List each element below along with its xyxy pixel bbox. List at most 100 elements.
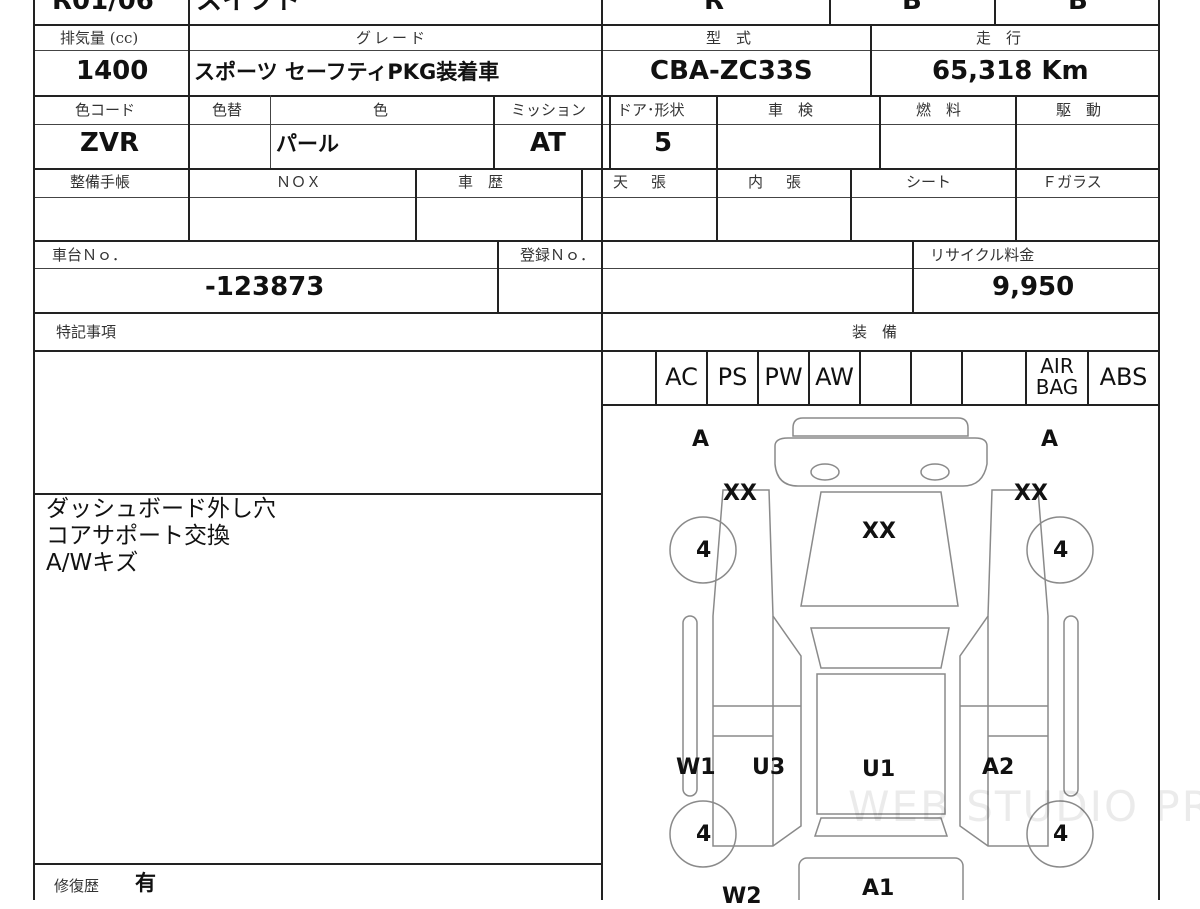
car-name: スイフト — [196, 0, 301, 16]
exterior-grade: B — [1068, 0, 1088, 16]
grid-line — [829, 0, 831, 24]
fuel-label: 燃 料 — [916, 101, 962, 119]
grid-line — [188, 0, 190, 95]
drive-label: 駆 動 — [1056, 101, 1102, 119]
roof-lining-label: 天 張 — [613, 173, 671, 191]
equipment-slot — [861, 351, 910, 403]
grid-line — [33, 24, 1160, 26]
damage-mark-tire-front-right: 4 — [1053, 538, 1069, 563]
nox-label: ＮＯＸ — [276, 173, 322, 191]
seat-label: シート — [906, 173, 952, 191]
grid-line — [188, 95, 190, 168]
equipment-slot — [963, 351, 1025, 403]
grid-line — [716, 95, 718, 168]
windshield-outline — [810, 627, 950, 669]
equipment-pw: PW — [764, 363, 803, 391]
color-code-value: ZVR — [80, 128, 139, 158]
notes-label: 特記事項 — [56, 323, 117, 341]
doors-value: 5 — [654, 128, 673, 158]
grid-line — [188, 168, 190, 240]
front-bumper-outline — [792, 417, 969, 437]
damage-mark-rear-bottom-left: W2 — [722, 884, 762, 909]
mileage-label: 走 行 — [976, 29, 1022, 47]
repaint-label: 色替 — [212, 101, 243, 119]
grid-line — [33, 240, 1160, 242]
left-side-outline — [712, 489, 802, 847]
recycle-fee-label: リサイクル料金 — [930, 246, 1035, 264]
equipment-airbag: AIR BAG — [1027, 351, 1087, 403]
transmission-label: ミッション — [511, 101, 587, 119]
inspection-label: 車 検 — [768, 101, 814, 119]
equipment-airbag-label: AIR BAG — [1035, 354, 1079, 399]
auction-date: R01/06 — [52, 0, 154, 16]
chassis-no-label: 車台Ｎｏ． — [52, 246, 128, 264]
front-glass-label: Ｆガラス — [1042, 173, 1102, 191]
grid-line — [497, 240, 499, 312]
notes-list: ダッシュボード外し穴 コアサポート交換 A/Wキズ — [46, 496, 276, 577]
interior-lining-label: 内 張 — [748, 173, 806, 191]
equipment-slot — [603, 351, 655, 403]
grid-line — [493, 95, 495, 168]
headlight-left — [810, 463, 840, 481]
grid-line — [33, 268, 1160, 269]
grid-line — [33, 312, 1160, 314]
grid-line — [33, 197, 1160, 198]
grid-line — [270, 95, 271, 168]
damage-mark-roof: U1 — [862, 757, 896, 782]
grid-line — [33, 0, 35, 900]
grid-line — [994, 0, 996, 24]
grid-line — [850, 168, 852, 240]
chassis-no-value: -123873 — [205, 272, 325, 302]
interior-grade: B — [902, 0, 922, 16]
transmission-value: AT — [530, 128, 566, 158]
grid-line — [879, 95, 881, 168]
grid-line — [33, 124, 1160, 125]
color-value: パール — [276, 132, 339, 156]
damage-mark-front-left: A — [692, 427, 710, 452]
color-code-label: 色コード — [75, 101, 136, 119]
doors-label: ドア･形状 — [617, 101, 685, 119]
note-line: ダッシュボード外し穴 — [46, 496, 276, 522]
grid-line — [1015, 168, 1017, 240]
grid-line — [33, 493, 603, 495]
equipment-ps: PS — [717, 363, 748, 391]
equipment-ac: AC — [665, 363, 698, 391]
history-label: 車 歴 — [458, 173, 504, 191]
grid-line — [33, 95, 1160, 97]
damage-mark-tire-rear-left: 4 — [696, 822, 712, 847]
grade-value: スポーツ セーフティPKG装着車 — [194, 60, 500, 84]
headlight-right — [920, 463, 950, 481]
note-line: A/Wキズ — [46, 550, 139, 576]
registration-no-label: 登録Ｎｏ． — [520, 246, 596, 264]
displacement-label: 排気量 (cc) — [60, 29, 139, 47]
damage-mark-tire-front-left: 4 — [696, 538, 712, 563]
watermark: WEB STUDIO PRO — [848, 782, 1200, 831]
grid-line — [33, 50, 1160, 51]
displacement-value: 1400 — [76, 56, 149, 86]
model-label: 型 式 — [706, 29, 752, 47]
damage-mark-rear-right-quarter: A2 — [982, 755, 1015, 780]
color-label: 色 — [373, 101, 389, 119]
damage-mark-hood: XX — [862, 519, 896, 544]
evaluation-score: R — [704, 0, 725, 16]
equipment-label: 装 備 — [852, 323, 898, 341]
mileage-value: 65,318 Km — [932, 56, 1089, 86]
repair-history-label: 修復歴 — [54, 877, 100, 895]
recycle-fee-value: 9,950 — [992, 272, 1075, 302]
note-line: コアサポート交換 — [46, 523, 230, 549]
model-value: CBA-ZC33S — [650, 56, 813, 86]
grid-line — [716, 168, 718, 240]
damage-mark-front-right: A — [1041, 427, 1059, 452]
hood-outline — [800, 491, 959, 607]
grid-line — [1015, 95, 1017, 168]
grid-line — [33, 863, 603, 865]
equipment-slot — [912, 351, 961, 403]
repair-history-value: 有 — [135, 871, 156, 895]
damage-mark-rear-bottom: A1 — [862, 876, 895, 901]
service-book-label: 整備手帳 — [70, 173, 131, 191]
damage-mark-door-left: U3 — [752, 755, 786, 780]
grid-line — [33, 168, 1160, 170]
equipment-abs: ABS — [1099, 363, 1148, 391]
grade-label: グレード — [356, 29, 429, 47]
damage-mark-fender-left: XX — [723, 481, 757, 506]
